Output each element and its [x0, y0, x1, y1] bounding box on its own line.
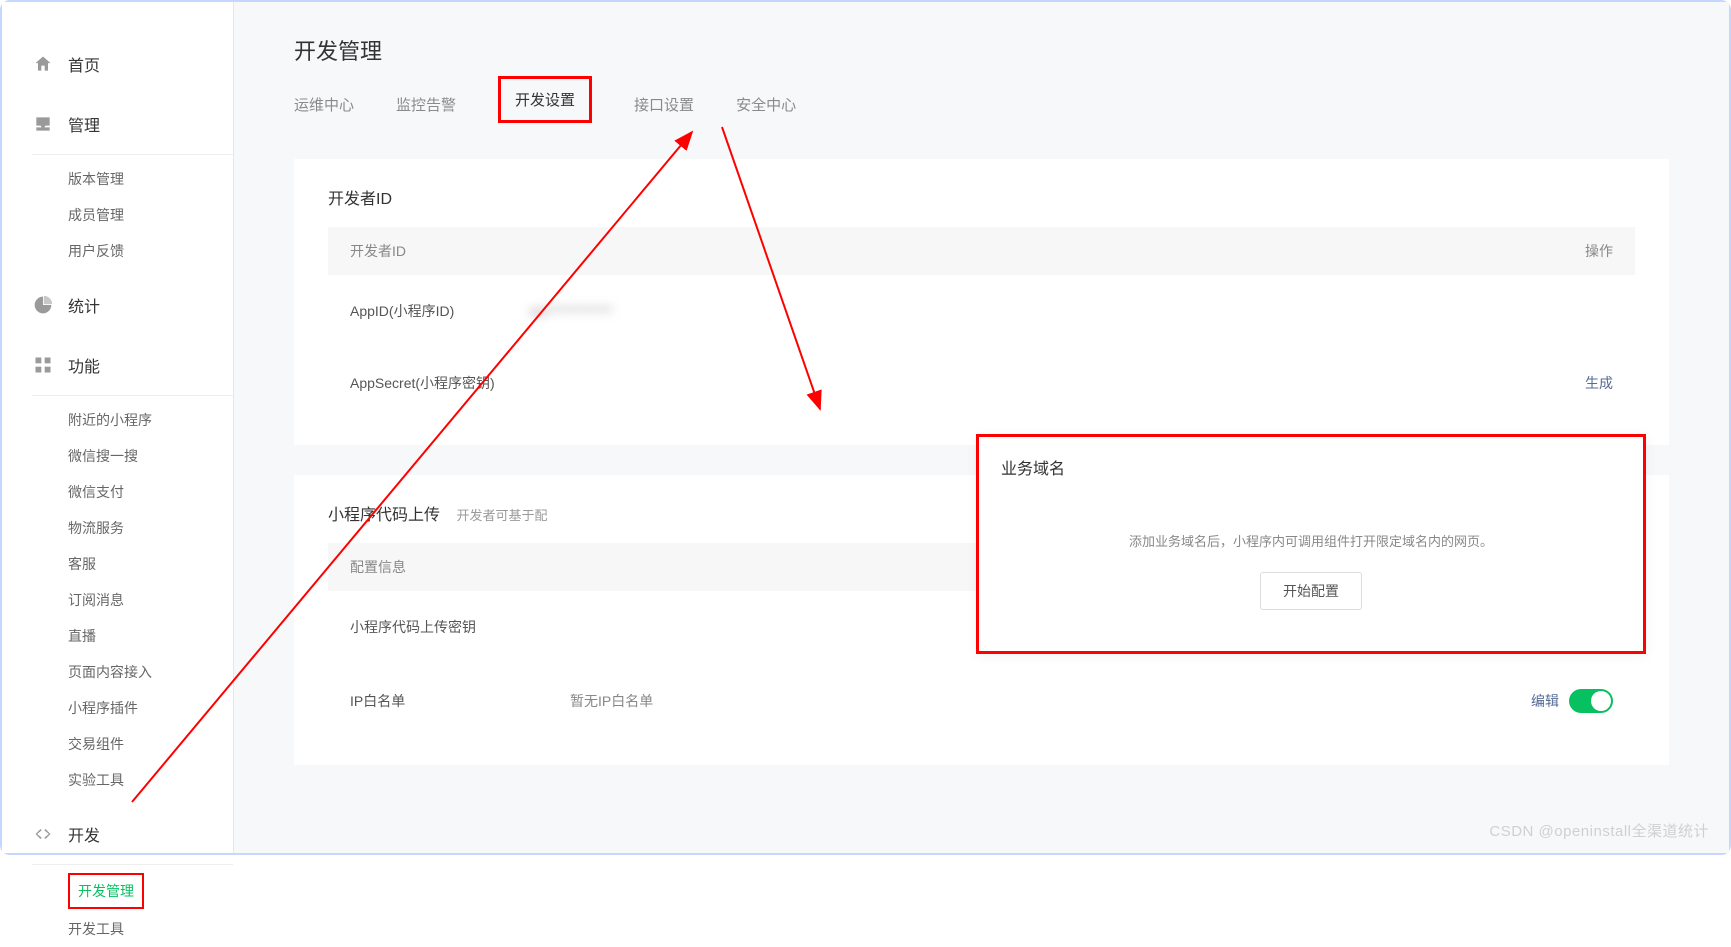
sidebar-item-devmanage[interactable]: 开发管理	[68, 873, 144, 909]
inbox-icon	[32, 113, 54, 135]
devid-col-right: 操作	[1585, 241, 1613, 261]
code-icon	[32, 823, 54, 845]
nav-dev[interactable]: 开发	[32, 810, 233, 858]
main-content: 开发管理 运维中心 监控告警 开发设置 接口设置 安全中心 开发者ID 开发者I…	[234, 2, 1729, 853]
home-icon	[32, 53, 54, 75]
start-config-button[interactable]: 开始配置	[1260, 572, 1362, 610]
appid-value: wx************	[530, 303, 1613, 319]
upload-title-text: 小程序代码上传	[328, 507, 440, 524]
nav-manage-label: 管理	[68, 112, 100, 136]
overlay-title: 业务域名	[1001, 455, 1621, 479]
nav-feature-label: 功能	[68, 353, 100, 377]
nav-stats-label: 统计	[68, 293, 100, 317]
nav-feature[interactable]: 功能	[32, 341, 233, 389]
tab-ops[interactable]: 运维中心	[294, 88, 354, 123]
overlay-business-domain: 业务域名 添加业务域名后，小程序内可调用组件打开限定域名内的网页。 开始配置	[976, 434, 1646, 654]
nav-home-label: 首页	[68, 52, 100, 76]
sidebar-item-subscribe[interactable]: 订阅消息	[68, 582, 233, 618]
sidebar-item-devtools[interactable]: 开发工具	[68, 911, 233, 947]
nav-manage-sub: 版本管理 成员管理 用户反馈	[32, 154, 233, 269]
sidebar-item-lab[interactable]: 实验工具	[68, 762, 233, 798]
devid-table-head: 开发者ID 操作	[328, 227, 1635, 275]
tab-api[interactable]: 接口设置	[634, 88, 694, 123]
overlay-desc: 添加业务域名后，小程序内可调用组件打开限定域名内的网页。	[1001, 531, 1621, 550]
watermark: CSDN @openinstall全渠道统计	[1489, 820, 1709, 841]
sidebar-item-plugin[interactable]: 小程序插件	[68, 690, 233, 726]
sidebar: 首页 管理 版本管理 成员管理 用户反馈 统计	[2, 2, 234, 853]
tab-devsettings[interactable]: 开发设置	[498, 76, 592, 123]
upload-col-left: 配置信息	[350, 557, 406, 577]
ipwhitelist-value: 暂无IP白名单	[570, 691, 1531, 711]
piechart-icon	[32, 294, 54, 316]
card-devid: 开发者ID 开发者ID 操作 AppID(小程序ID) wx**********…	[294, 159, 1669, 445]
sidebar-item-version[interactable]: 版本管理	[68, 161, 233, 197]
upload-title-hint: 开发者可基于配	[456, 508, 547, 523]
nav-stats[interactable]: 统计	[32, 281, 233, 329]
nav-feature-group: 功能 附近的小程序 微信搜一搜 微信支付 物流服务 客服 订阅消息 直播 页面内…	[32, 341, 233, 798]
sidebar-item-pay[interactable]: 微信支付	[68, 474, 233, 510]
sidebar-item-feedback[interactable]: 用户反馈	[68, 233, 233, 269]
table-row: IP白名单 暂无IP白名单 编辑	[328, 663, 1635, 739]
tab-monitor[interactable]: 监控告警	[396, 88, 456, 123]
tabs: 运维中心 监控告警 开发设置 接口设置 安全中心	[294, 88, 1669, 123]
nav-manage[interactable]: 管理	[32, 100, 233, 148]
table-row: AppID(小程序ID) wx************	[328, 275, 1635, 347]
sidebar-item-live[interactable]: 直播	[68, 618, 233, 654]
ipwhitelist-label: IP白名单	[350, 691, 570, 711]
sidebar-item-members[interactable]: 成员管理	[68, 197, 233, 233]
appsecret-generate-link[interactable]: 生成	[1585, 373, 1613, 393]
ipwhitelist-op: 编辑	[1531, 689, 1613, 713]
tab-security[interactable]: 安全中心	[736, 88, 796, 123]
sidebar-item-search[interactable]: 微信搜一搜	[68, 438, 233, 474]
card-devid-title: 开发者ID	[328, 185, 1635, 209]
sidebar-item-nearby[interactable]: 附近的小程序	[68, 402, 233, 438]
nav-home-group: 首页	[32, 40, 233, 88]
appsecret-label: AppSecret(小程序密钥)	[350, 373, 530, 393]
sidebar-item-pagecontent[interactable]: 页面内容接入	[68, 654, 233, 690]
page-title: 开发管理	[294, 34, 1669, 66]
nav-home[interactable]: 首页	[32, 40, 233, 88]
nav-dev-group: 开发 开发管理 开发工具	[32, 810, 233, 947]
grid-icon	[32, 354, 54, 376]
appid-label: AppID(小程序ID)	[350, 301, 530, 321]
nav-stats-group: 统计	[32, 281, 233, 329]
nav-dev-sub: 开发管理 开发工具	[32, 864, 233, 947]
nav-feature-sub: 附近的小程序 微信搜一搜 微信支付 物流服务 客服 订阅消息 直播 页面内容接入…	[32, 395, 233, 798]
nav-manage-group: 管理 版本管理 成员管理 用户反馈	[32, 100, 233, 269]
uploadkey-label: 小程序代码上传密钥	[350, 617, 570, 637]
sidebar-item-logistics[interactable]: 物流服务	[68, 510, 233, 546]
ipwhitelist-edit-link[interactable]: 编辑	[1531, 691, 1559, 711]
nav-dev-label: 开发	[68, 822, 100, 846]
devid-col-left: 开发者ID	[350, 241, 406, 261]
table-row: AppSecret(小程序密钥) 生成	[328, 347, 1635, 419]
sidebar-item-service[interactable]: 客服	[68, 546, 233, 582]
ipwhitelist-toggle[interactable]	[1569, 689, 1613, 713]
sidebar-item-trade[interactable]: 交易组件	[68, 726, 233, 762]
